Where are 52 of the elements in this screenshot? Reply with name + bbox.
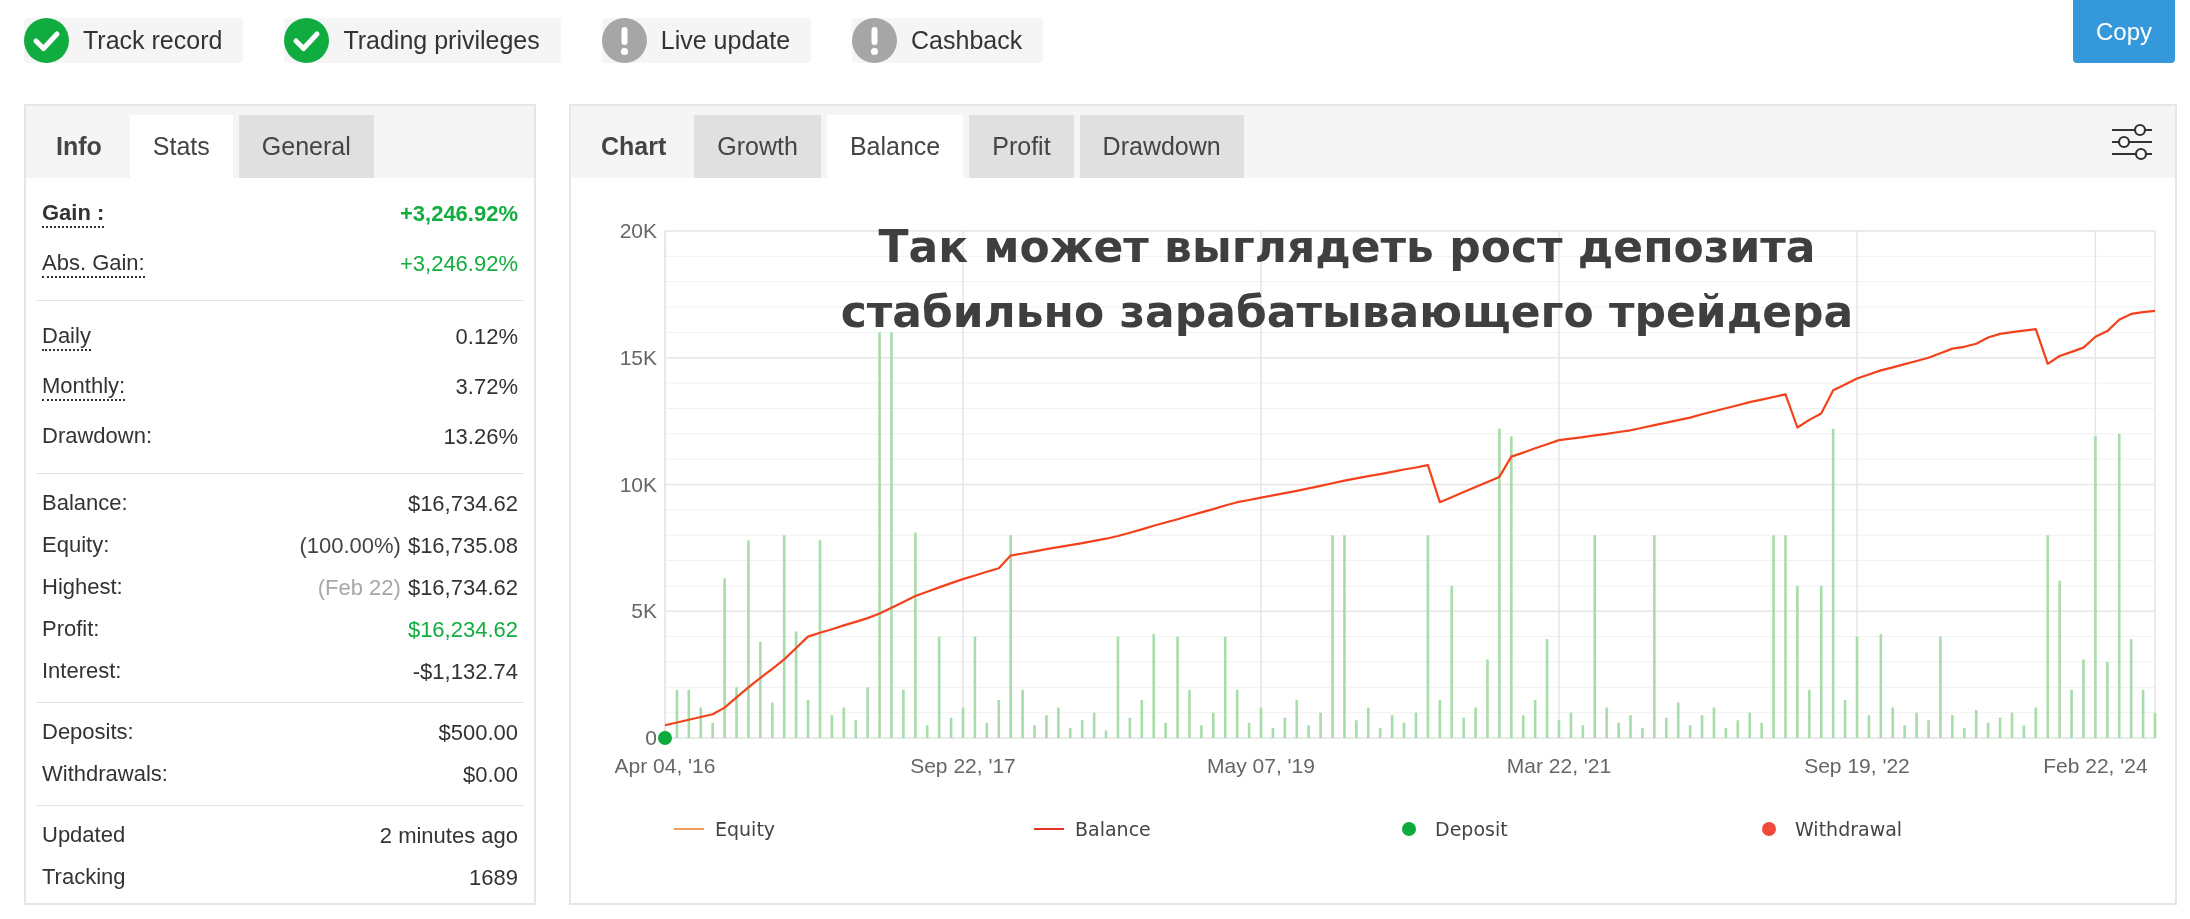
stat-value: +3,246.92% xyxy=(399,251,518,277)
stat-label: Drawdown: xyxy=(42,423,153,451)
stat-label: Tracking xyxy=(42,864,126,892)
stat-label: Gain : xyxy=(42,200,105,228)
legend-label: Deposit xyxy=(1435,818,1508,840)
stat-label: Balance: xyxy=(42,490,128,518)
axis-label: Feb 22, '24 xyxy=(2043,754,2148,777)
axis-label: Apr 04, '16 xyxy=(614,754,716,777)
status-label: Track record xyxy=(83,26,223,55)
stat-note: (Feb 22) xyxy=(317,575,401,601)
panel-title: Info xyxy=(55,131,103,162)
stat-label: Profit: xyxy=(42,616,100,644)
stat-value: $16,734.62 xyxy=(407,575,518,601)
stat-label: Equity: xyxy=(42,532,110,560)
axis-label: 15K xyxy=(619,345,657,369)
axis-label: 20K xyxy=(619,219,657,242)
axis-label: 5K xyxy=(631,599,657,623)
stat-label: Deposits: xyxy=(42,719,134,747)
stat-label: Monthly: xyxy=(42,373,126,401)
stat-label: Interest: xyxy=(42,658,122,686)
legend-label: Equity xyxy=(715,818,776,840)
stat-note: (100.00%) xyxy=(299,533,401,559)
status-label: Trading privileges xyxy=(343,26,540,55)
stat-value: 3.72% xyxy=(455,374,518,400)
stat-value: $0.00 xyxy=(462,762,518,788)
stat-label: Abs. Gain: xyxy=(42,250,145,278)
stat-value: 1689 xyxy=(469,865,518,891)
axis-label: Sep 22, '17 xyxy=(910,754,1016,777)
stat-value: $16,734.62 xyxy=(407,491,518,517)
stat-value: -$1,132.74 xyxy=(412,659,518,685)
status-label: Live update xyxy=(660,26,791,55)
legend-label: Balance xyxy=(1075,818,1151,840)
axis-label: Mar 22, '21 xyxy=(1506,754,1612,777)
panel-title: Chart xyxy=(600,131,668,162)
stat-value: $16,735.08 xyxy=(407,533,518,559)
stat-value: $16,234.62 xyxy=(407,617,518,643)
stat-value: 13.26% xyxy=(443,424,518,450)
legend-label: Withdrawal xyxy=(1795,818,1903,840)
stat-label: Highest: xyxy=(42,574,123,602)
axis-label: Sep 19, '22 xyxy=(1804,754,1910,777)
stat-label: Daily xyxy=(42,323,91,351)
status-label: Cashback xyxy=(911,26,1023,55)
stat-value: 2 minutes ago xyxy=(379,823,518,849)
axis-label: 0 xyxy=(645,726,657,749)
stat-value: $500.00 xyxy=(438,720,518,746)
stat-value: 0.12% xyxy=(455,324,518,350)
stat-label: Updated xyxy=(42,822,126,850)
stat-value: +3,246.92% xyxy=(399,201,518,227)
chart-caption: Так может выглядеть рост депозита стабильно зарабатывающего трейдера xyxy=(840,220,1854,339)
axis-label: May 07, '19 xyxy=(1207,754,1315,777)
stat-label: Withdrawals: xyxy=(42,761,168,789)
axis-label: 10K xyxy=(619,472,657,496)
